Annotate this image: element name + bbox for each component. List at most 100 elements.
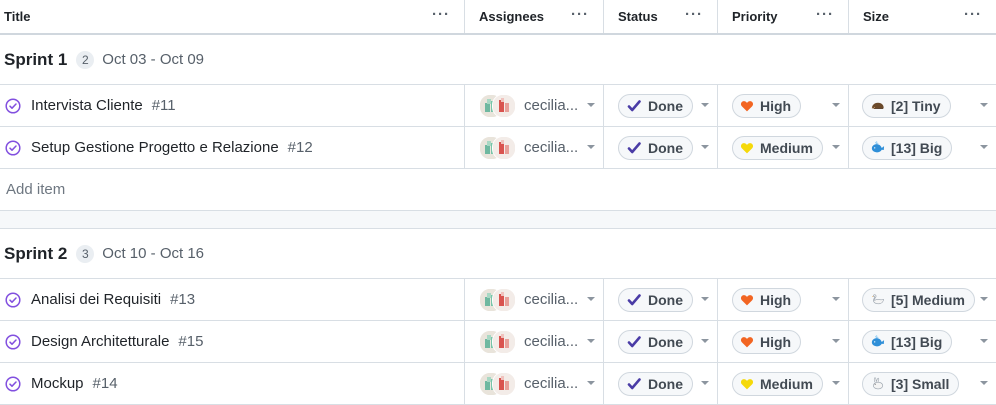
assignees-cell[interactable]: cecilia... (465, 279, 604, 320)
assignees-cell[interactable]: cecilia... (465, 85, 604, 126)
title-cell[interactable]: Mockup #14 (0, 363, 465, 404)
status-label: Done (648, 139, 683, 156)
issue-closed-icon (5, 291, 21, 308)
status-label: Done (648, 291, 683, 308)
size-pill[interactable]: [5] Medium (862, 287, 975, 312)
chevron-down-icon[interactable] (980, 297, 988, 301)
column-header-assignees[interactable]: Assignees ··· (465, 0, 604, 33)
title-cell[interactable]: Intervista Cliente #11 (0, 85, 465, 126)
hedgehog-icon (870, 98, 885, 113)
priority-pill[interactable]: High (732, 287, 802, 312)
avatar (492, 93, 516, 118)
avatar-stack (479, 371, 516, 396)
size-cell[interactable]: [5] Medium (849, 279, 996, 320)
chevron-down-icon[interactable] (832, 145, 840, 149)
column-header-size[interactable]: Size ··· (849, 0, 996, 33)
priority-cell[interactable]: High (718, 85, 849, 126)
status-pill[interactable]: Done (618, 371, 693, 396)
assignees-cell[interactable]: cecilia... (465, 321, 604, 362)
issue-title-link[interactable]: Design Architetturale (31, 333, 169, 350)
column-label: Priority (732, 9, 778, 24)
group-header[interactable]: Sprint 1 2 Oct 03 - Oct 09 (0, 35, 996, 85)
group-name: Sprint 2 (4, 243, 68, 263)
chevron-down-icon[interactable] (980, 145, 988, 149)
avatar (492, 329, 516, 354)
priority-pill[interactable]: Medium (732, 371, 823, 396)
chevron-down-icon[interactable] (587, 103, 595, 107)
assignees-cell[interactable]: cecilia... (465, 363, 604, 404)
title-cell[interactable]: Design Architetturale #15 (0, 321, 465, 362)
size-cell[interactable]: [13] Big (849, 127, 996, 168)
priority-cell[interactable]: High (718, 321, 849, 362)
group-header[interactable]: Sprint 2 3 Oct 10 - Oct 16 (0, 229, 996, 279)
column-header-status[interactable]: Status ··· (604, 0, 718, 33)
issue-title-link[interactable]: Analisi dei Requisiti (31, 291, 161, 308)
priority-label: Medium (760, 375, 813, 392)
yellow-heart-icon (740, 377, 754, 391)
chevron-down-icon[interactable] (701, 145, 709, 149)
whale-icon (870, 140, 885, 155)
chevron-down-icon[interactable] (980, 381, 988, 385)
priority-label: Medium (760, 139, 813, 156)
column-menu-icon[interactable]: ··· (816, 7, 834, 22)
issue-title-link[interactable]: Setup Gestione Progetto e Relazione (31, 139, 279, 156)
chevron-down-icon[interactable] (587, 381, 595, 385)
column-header-priority[interactable]: Priority ··· (718, 0, 849, 33)
chevron-down-icon[interactable] (587, 297, 595, 301)
status-pill[interactable]: Done (618, 93, 693, 118)
size-pill[interactable]: [13] Big (862, 135, 953, 160)
priority-cell[interactable]: High (718, 279, 849, 320)
group-dates: Oct 10 - Oct 16 (102, 245, 205, 262)
issue-title-link[interactable]: Intervista Cliente (31, 97, 143, 114)
chevron-down-icon[interactable] (587, 339, 595, 343)
group-count-badge: 3 (76, 244, 95, 263)
size-cell[interactable]: [2] Tiny (849, 85, 996, 126)
assignees-cell[interactable]: cecilia... (465, 127, 604, 168)
column-label: Size (863, 9, 890, 24)
chevron-down-icon[interactable] (832, 297, 840, 301)
title-cell[interactable]: Analisi dei Requisiti #13 (0, 279, 465, 320)
status-pill[interactable]: Done (618, 287, 693, 312)
priority-pill[interactable]: High (732, 93, 802, 118)
priority-cell[interactable]: Medium (718, 127, 849, 168)
chevron-down-icon[interactable] (701, 103, 709, 107)
priority-pill[interactable]: Medium (732, 135, 823, 160)
chevron-down-icon[interactable] (587, 145, 595, 149)
status-cell[interactable]: Done (604, 85, 718, 126)
size-pill[interactable]: [3] Small (862, 371, 960, 396)
column-menu-icon[interactable]: ··· (685, 7, 703, 22)
status-cell[interactable]: Done (604, 321, 718, 362)
priority-pill[interactable]: High (732, 329, 802, 354)
column-menu-icon[interactable]: ··· (571, 7, 589, 22)
table-row: Intervista Cliente #11 cecilia... Done High [… (0, 85, 996, 127)
size-cell[interactable]: [13] Big (849, 321, 996, 362)
issue-closed-icon (5, 375, 21, 392)
status-cell[interactable]: Done (604, 279, 718, 320)
issue-title-link[interactable]: Mockup (31, 375, 84, 392)
size-pill[interactable]: [13] Big (862, 329, 953, 354)
chevron-down-icon[interactable] (832, 103, 840, 107)
chevron-down-icon[interactable] (980, 339, 988, 343)
chevron-down-icon[interactable] (832, 381, 840, 385)
size-pill[interactable]: [2] Tiny (862, 93, 951, 118)
chevron-down-icon[interactable] (832, 339, 840, 343)
column-label: Title (4, 9, 31, 24)
status-cell[interactable]: Done (604, 127, 718, 168)
chevron-down-icon[interactable] (701, 297, 709, 301)
priority-cell[interactable]: Medium (718, 363, 849, 404)
status-cell[interactable]: Done (604, 363, 718, 404)
title-cell[interactable]: Setup Gestione Progetto e Relazione #12 (0, 127, 465, 168)
size-cell[interactable]: [3] Small (849, 363, 996, 404)
column-menu-icon[interactable]: ··· (432, 7, 450, 22)
chevron-down-icon[interactable] (701, 339, 709, 343)
size-label: [13] Big (891, 333, 943, 350)
column-header-title[interactable]: Title ··· (0, 0, 465, 33)
column-menu-icon[interactable]: ··· (964, 7, 982, 22)
size-label: [2] Tiny (891, 97, 941, 114)
chevron-down-icon[interactable] (980, 103, 988, 107)
chevron-down-icon[interactable] (701, 381, 709, 385)
status-pill[interactable]: Done (618, 135, 693, 160)
status-pill[interactable]: Done (618, 329, 693, 354)
add-item-button[interactable]: Add item (0, 169, 996, 211)
size-label: [3] Small (891, 375, 950, 392)
